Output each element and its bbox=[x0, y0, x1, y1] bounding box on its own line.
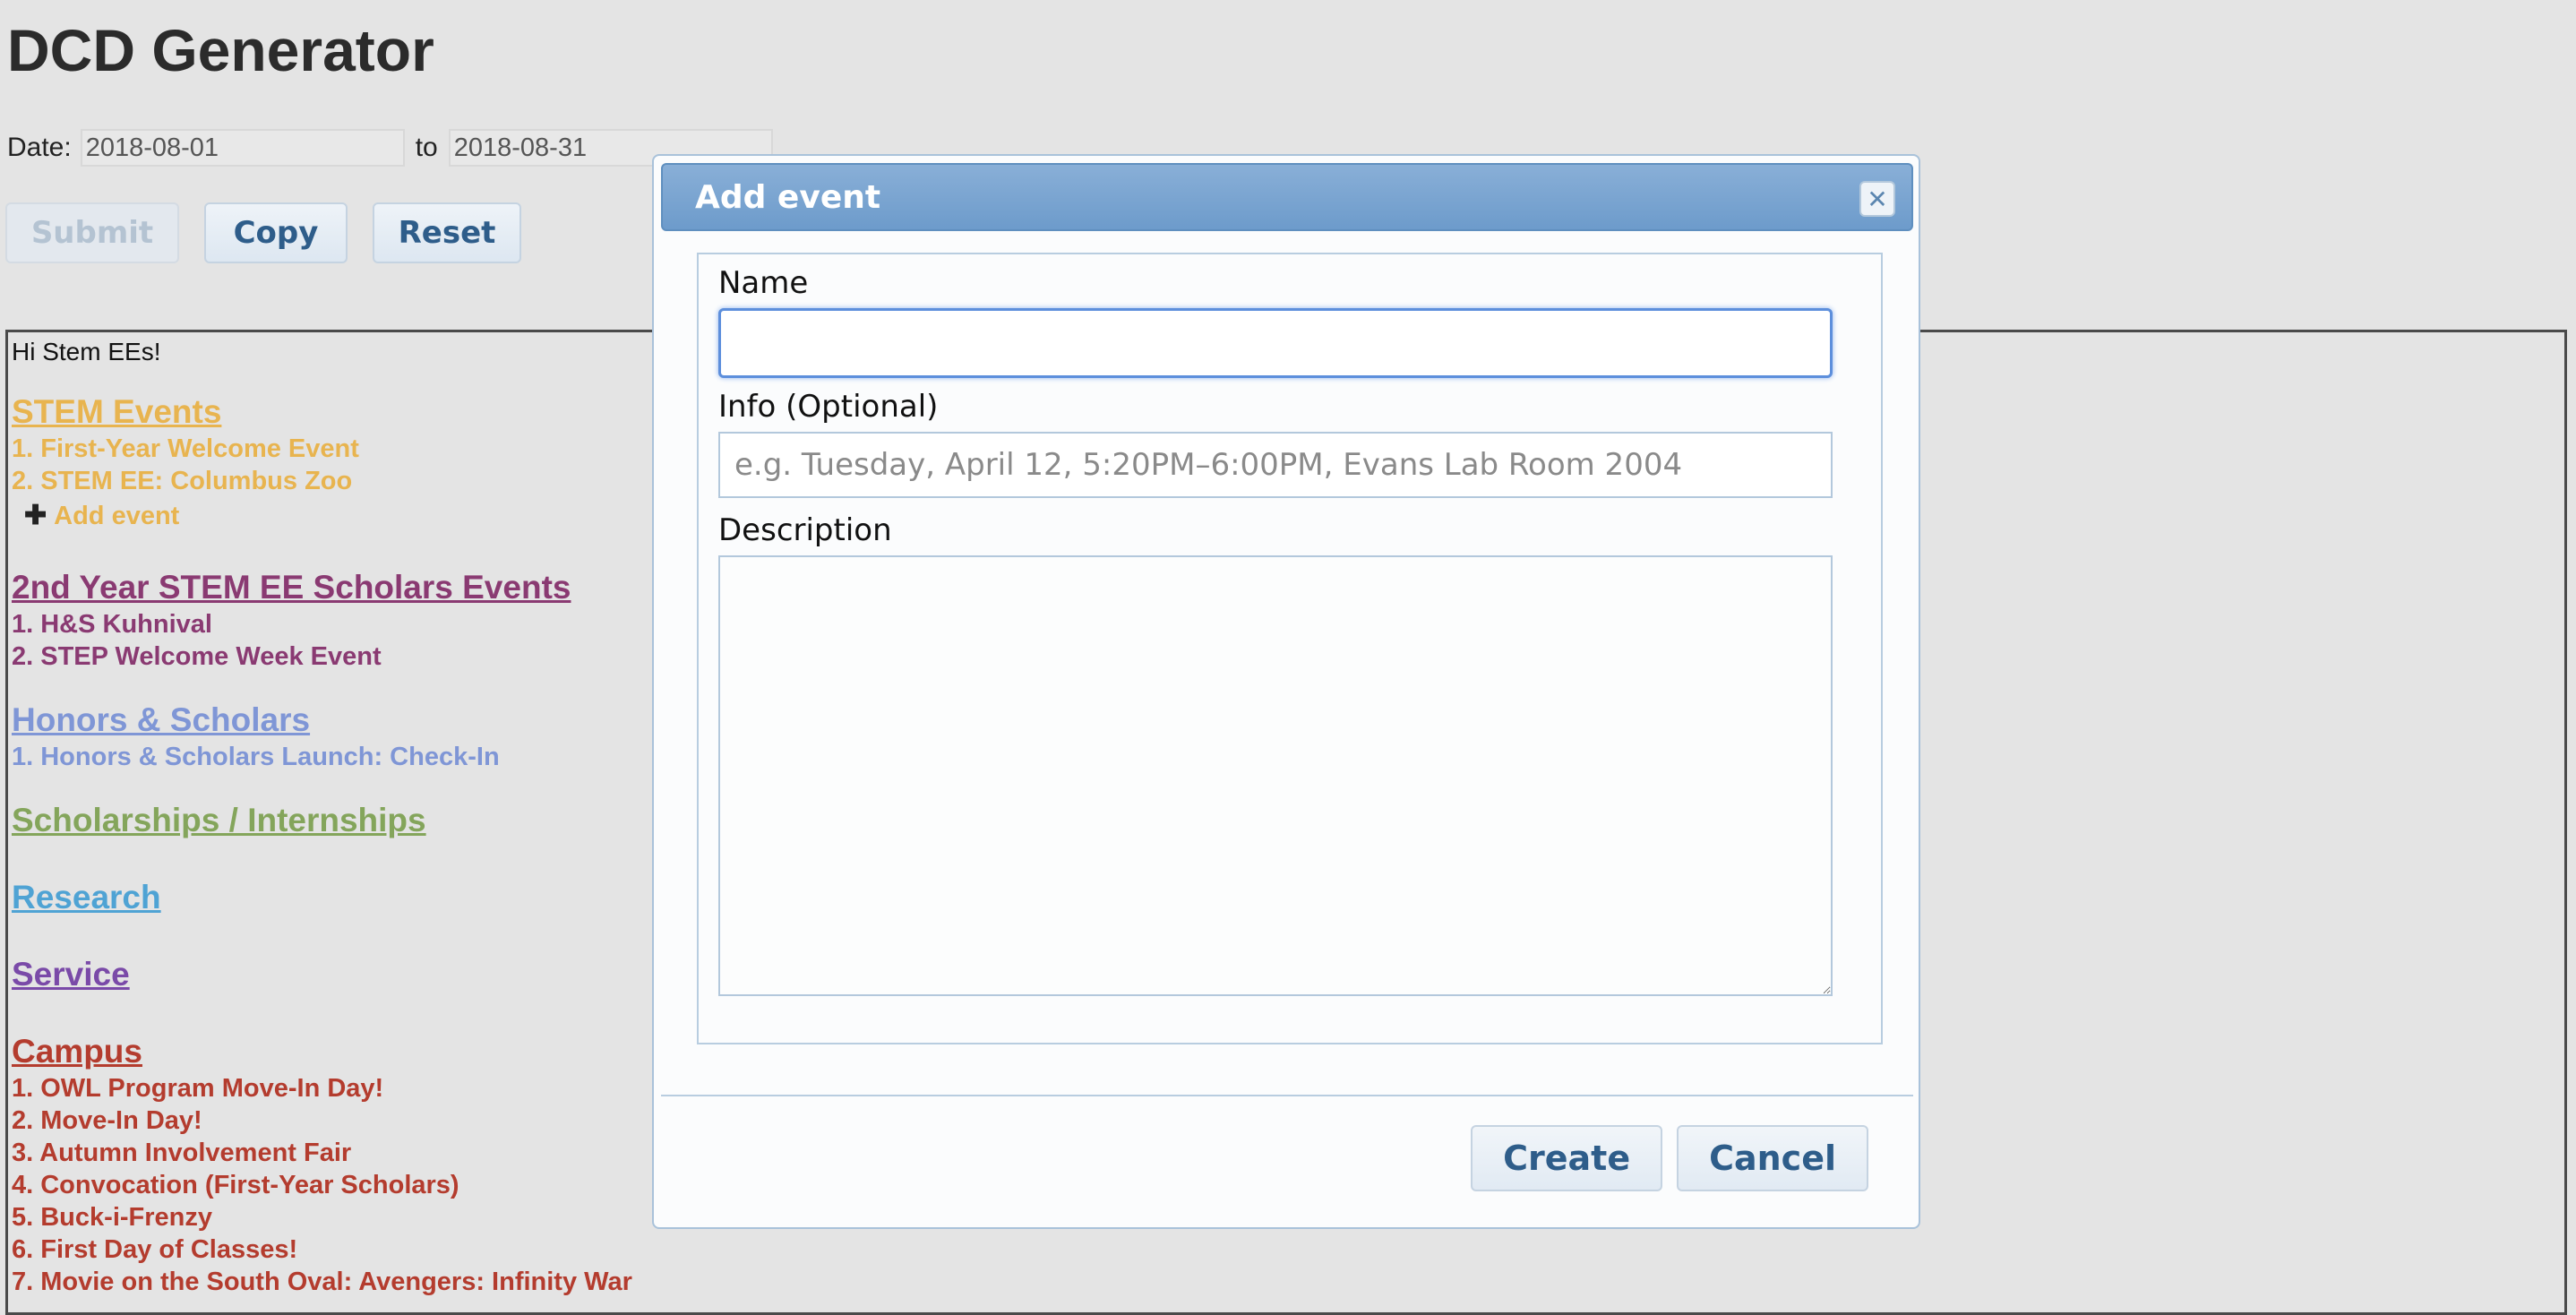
dialog-title: Add event bbox=[695, 178, 881, 216]
list-item: 5. Buck-i-Frenzy bbox=[12, 1203, 212, 1232]
add-event-dialog: Add event ✕ Name Info (Optional) Descrip… bbox=[652, 154, 1920, 1229]
section-title[interactable]: Scholarships / Internships bbox=[12, 800, 426, 841]
list-item: 1. First-Year Welcome Event bbox=[12, 434, 359, 463]
section-campus: Campus 1. OWL Program Move-In Day! 2. Mo… bbox=[12, 1031, 632, 1298]
section-2nd-year-events: 2nd Year STEM EE Scholars Events 1. H&S … bbox=[12, 567, 571, 673]
list-item: 3. Autumn Involvement Fair bbox=[12, 1139, 352, 1167]
submit-button[interactable]: Submit bbox=[5, 202, 179, 263]
section-service: Service bbox=[12, 954, 130, 995]
add-event-label: Add event bbox=[54, 502, 180, 530]
dialog-divider bbox=[661, 1095, 1913, 1096]
description-label: Description bbox=[718, 512, 892, 548]
list-item: 4. Convocation (First-Year Scholars) bbox=[12, 1171, 459, 1199]
list-item: 1. H&S Kuhnival bbox=[12, 610, 212, 639]
dialog-titlebar[interactable]: Add event ✕ bbox=[661, 163, 1913, 231]
section-title[interactable]: Service bbox=[12, 954, 130, 995]
description-textarea[interactable] bbox=[718, 555, 1833, 996]
create-button[interactable]: Create bbox=[1471, 1125, 1663, 1191]
list-item: 1. OWL Program Move-In Day! bbox=[12, 1074, 384, 1103]
section-honors-scholars: Honors & Scholars 1. Honors & Scholars L… bbox=[12, 700, 500, 773]
list-item: 2. STEM EE: Columbus Zoo bbox=[12, 467, 353, 495]
close-icon[interactable]: ✕ bbox=[1859, 181, 1895, 217]
info-label: Info (Optional) bbox=[718, 389, 939, 425]
reset-button[interactable]: Reset bbox=[373, 202, 521, 263]
info-input[interactable] bbox=[718, 432, 1833, 498]
list-item: 1. Honors & Scholars Launch: Check-In bbox=[12, 743, 500, 771]
name-input[interactable] bbox=[718, 308, 1833, 378]
plus-icon: ✚ bbox=[24, 501, 47, 530]
list-item: 2. STEP Welcome Week Event bbox=[12, 642, 382, 671]
list-item: 7. Movie on the South Oval: Avengers: In… bbox=[12, 1268, 632, 1296]
section-title[interactable]: 2nd Year STEM EE Scholars Events bbox=[12, 567, 571, 608]
page-title: DCD Generator bbox=[7, 17, 434, 83]
greeting-text: Hi Stem EEs! bbox=[12, 338, 161, 365]
date-to-label: to bbox=[415, 133, 438, 162]
start-date-input[interactable] bbox=[80, 129, 405, 167]
dialog-buttons: Create Cancel bbox=[1471, 1125, 1868, 1191]
section-stem-events: STEM Events 1. First-Year Welcome Event … bbox=[12, 391, 359, 535]
section-title[interactable]: Honors & Scholars bbox=[12, 700, 500, 741]
date-label: Date: bbox=[7, 133, 72, 162]
section-scholarships-internships: Scholarships / Internships bbox=[12, 800, 426, 841]
section-title[interactable]: Campus bbox=[12, 1031, 632, 1072]
section-title[interactable]: STEM Events bbox=[12, 391, 359, 433]
section-research: Research bbox=[12, 877, 161, 918]
add-event-link[interactable]: ✚ Add event bbox=[24, 497, 359, 535]
action-buttons: Submit Copy Reset bbox=[5, 202, 521, 263]
cancel-button[interactable]: Cancel bbox=[1677, 1125, 1868, 1191]
section-title[interactable]: Research bbox=[12, 877, 161, 918]
list-item: 2. Move-In Day! bbox=[12, 1106, 202, 1135]
name-label: Name bbox=[718, 265, 809, 301]
event-form: Name Info (Optional) Description bbox=[697, 253, 1883, 1044]
copy-button[interactable]: Copy bbox=[204, 202, 348, 263]
list-item: 6. First Day of Classes! bbox=[12, 1235, 298, 1264]
